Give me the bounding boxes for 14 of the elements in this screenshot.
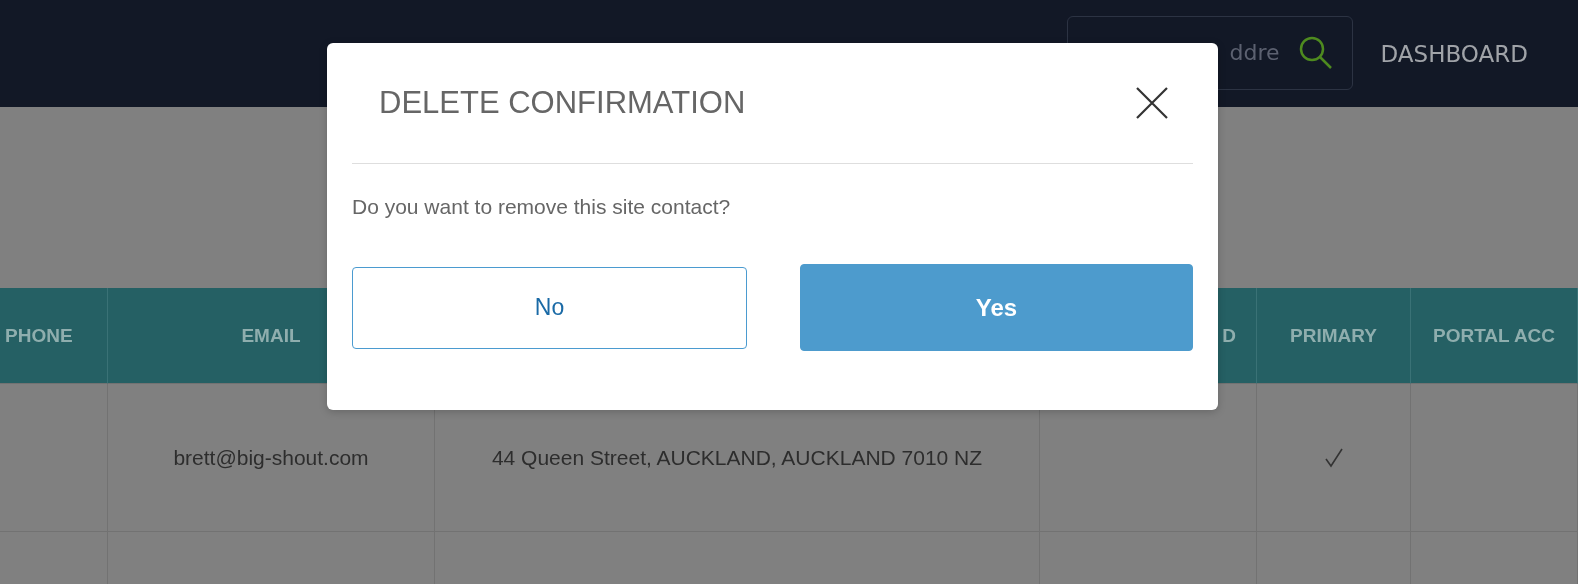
search-field[interactable]: ddre	[1066, 15, 1353, 90]
column-header: D	[1222, 324, 1236, 347]
column-header: PHONE	[5, 324, 73, 347]
dialog-message: Do you want to remove this site contact?	[352, 195, 732, 219]
check-icon	[1324, 447, 1343, 468]
column-header: EMAIL	[241, 324, 301, 347]
cancel-button[interactable]: No	[352, 266, 747, 349]
column-header: PRIMARY	[1290, 324, 1377, 347]
column-header: PORTAL ACC	[1432, 324, 1556, 347]
nav-link[interactable]: DASHBOARD	[1380, 40, 1528, 67]
close-button[interactable]	[1135, 86, 1169, 120]
search-icon[interactable]	[1298, 35, 1333, 70]
dialog-title: DELETE CONFIRMATION	[379, 85, 746, 121]
confirm-button[interactable]: Yes	[800, 264, 1193, 351]
